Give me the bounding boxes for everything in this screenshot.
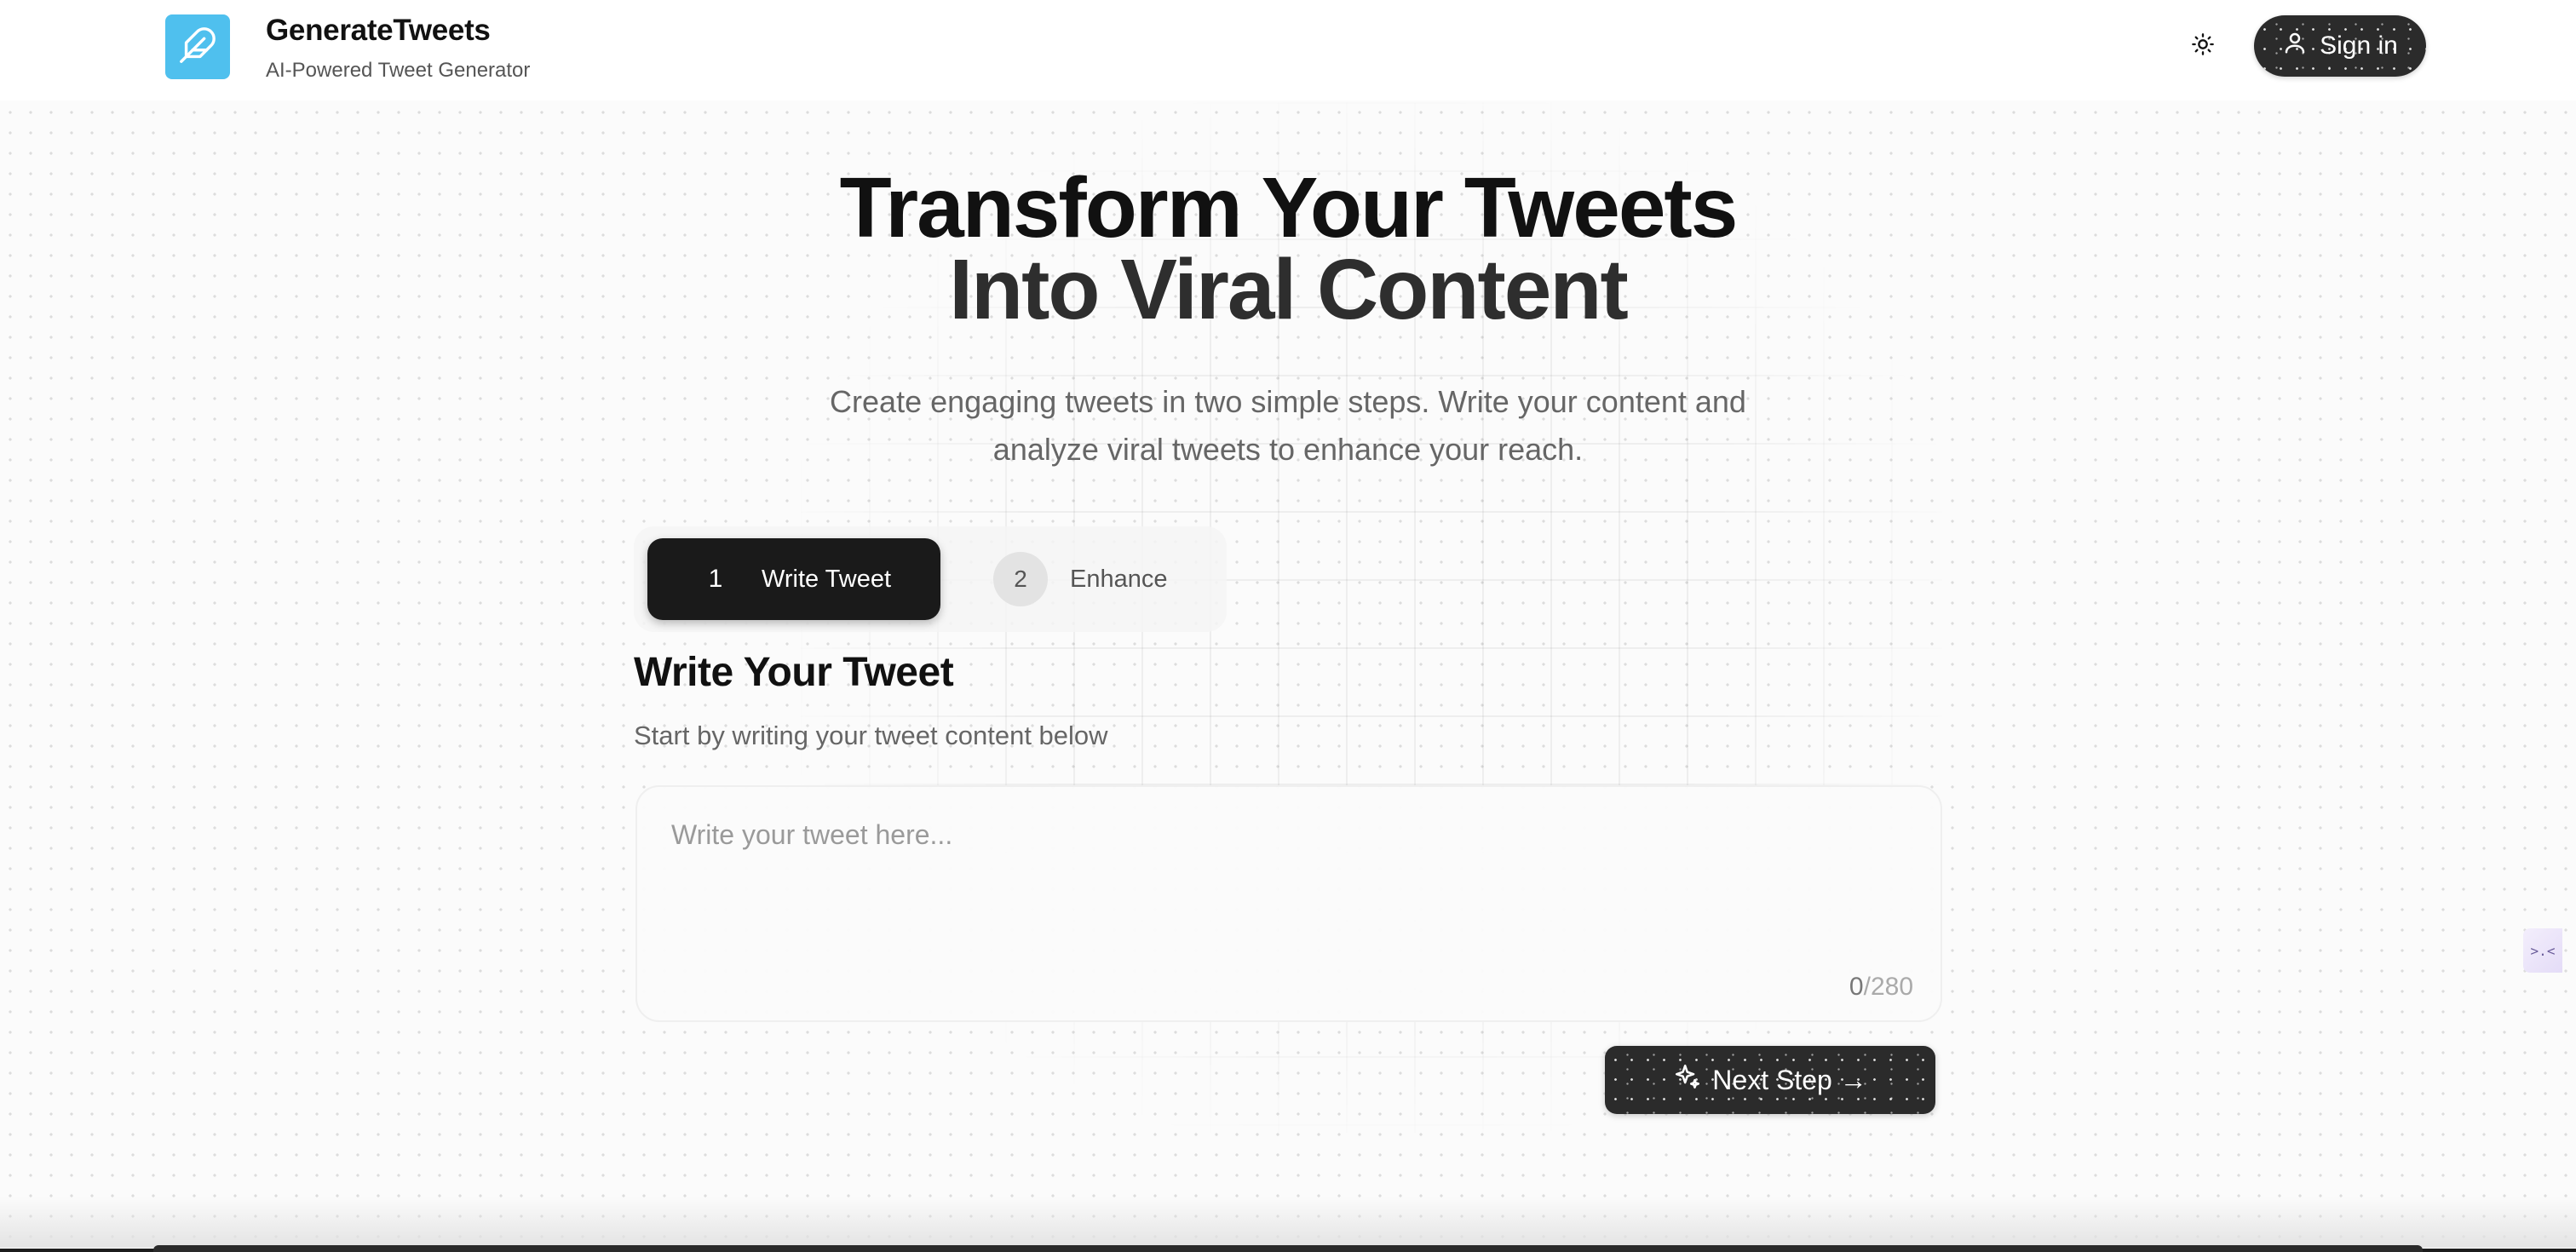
hero-title-line-2: Into Viral Content [949,242,1629,337]
step-label: Write Tweet [762,565,892,593]
page: GenerateTweets AI-Powered Tweet Generato… [0,0,2576,1252]
character-counter: 0/280 [1849,973,1913,1002]
character-limit: /280 [1863,973,1913,1001]
user-icon [2282,30,2308,62]
hero-title-line-1: Transform Your Tweets [839,160,1739,256]
side-feedback-widget[interactable]: >.< [2523,928,2562,973]
theme-toggle-button[interactable] [2182,26,2223,66]
tweet-input[interactable] [671,819,1898,947]
hero-subtitle: Create engaging tweets in two simple ste… [767,378,1809,474]
next-step-button[interactable]: Next Step → [1605,1046,1935,1114]
hero-title: Transform Your Tweets Into Viral Content [0,160,2576,337]
form-subtitle: Start by writing your tweet content belo… [634,721,1108,750]
tab-enhance[interactable]: 2 Enhance [993,552,1168,606]
feather-icon [178,26,217,69]
character-count: 0 [1849,973,1864,1001]
sign-in-label: Sign in [2320,32,2398,60]
brand-tagline: AI-Powered Tweet Generator [266,59,531,82]
form-title: Write Your Tweet [634,650,954,695]
next-step-label: Next Step → [1712,1064,1867,1095]
brand-name[interactable]: GenerateTweets [266,14,491,48]
logo[interactable] [165,14,230,79]
tweet-editor: 0/280 [635,785,1942,1022]
top-header: GenerateTweets AI-Powered Tweet Generato… [0,0,2576,101]
tab-write-tweet[interactable]: 1 Write Tweet [647,538,940,620]
sign-in-button[interactable]: Sign in [2254,15,2426,77]
bottom-bar [153,1245,2423,1252]
step-label: Enhance [1070,565,1168,593]
hero-subtitle-line-2: analyze viral tweets to enhance your rea… [992,432,1584,467]
step-number: 1 [708,565,723,593]
sun-icon [2191,32,2215,60]
sparkles-icon [1673,1062,1702,1098]
step-number: 2 [993,552,1048,606]
hero-subtitle-line-1: Create engaging tweets in two simple ste… [830,384,1746,419]
bottom-fade [0,1197,2576,1248]
